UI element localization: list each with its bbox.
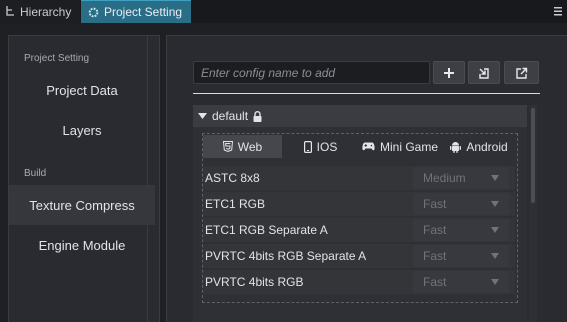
group-name: default xyxy=(212,109,249,123)
quality-value: Fast xyxy=(423,223,447,237)
sidebar-item-engine-module[interactable]: Engine Module xyxy=(9,225,155,265)
dropdown-caret-icon xyxy=(491,201,499,207)
format-name: ASTC 8x8 xyxy=(205,171,260,185)
add-config-button[interactable] xyxy=(433,61,465,84)
quality-value: Medium xyxy=(423,171,466,185)
platform-tab-label: Web xyxy=(237,139,263,154)
hierarchy-icon xyxy=(6,6,14,16)
platform-tab-mini-game[interactable]: Mini Game xyxy=(359,135,441,158)
scrollbar-thumb[interactable] xyxy=(531,108,535,203)
tab-hierarchy[interactable]: Hierarchy xyxy=(0,0,80,23)
quality-select[interactable]: Fast xyxy=(413,271,509,293)
sidebar-item-project-data[interactable]: Project Data xyxy=(9,70,155,110)
separator xyxy=(193,93,540,94)
export-icon xyxy=(515,67,527,79)
settings-gear-icon xyxy=(88,7,99,17)
import-icon xyxy=(479,67,489,79)
sidebar-item-layers[interactable]: Layers xyxy=(9,110,155,150)
platform-tab-web[interactable]: Web xyxy=(203,135,282,158)
quality-select[interactable]: Medium xyxy=(413,167,509,189)
quality-value: Fast xyxy=(423,197,447,211)
format-name: ETC1 RGB xyxy=(205,197,266,211)
export-config-button[interactable] xyxy=(504,61,539,84)
gamepad-icon xyxy=(362,142,375,151)
section-label-project-setting: Project Setting xyxy=(24,53,90,64)
dropdown-caret-icon xyxy=(491,253,499,259)
tab-project-setting[interactable]: Project Setting xyxy=(81,0,191,23)
lock-icon xyxy=(253,110,262,122)
quality-select[interactable]: Fast xyxy=(413,193,509,215)
group-header-default[interactable]: default xyxy=(193,105,527,127)
platform-tab-android[interactable]: Android xyxy=(443,135,515,158)
plus-icon xyxy=(444,67,454,78)
quality-select[interactable]: Fast xyxy=(413,245,509,267)
tab-label: Hierarchy xyxy=(20,4,72,19)
expand-triangle-icon xyxy=(198,113,207,119)
tab-label: Project Setting xyxy=(104,5,183,19)
import-config-button[interactable] xyxy=(468,61,500,84)
quality-value: Fast xyxy=(423,249,447,263)
quality-value: Fast xyxy=(423,275,447,289)
platform-tab-label: Android xyxy=(466,139,508,154)
config-name-input[interactable] xyxy=(193,61,430,84)
phone-icon xyxy=(303,140,312,153)
platform-tab-ios[interactable]: IOS xyxy=(283,135,358,158)
dropdown-caret-icon xyxy=(491,227,499,233)
format-name: PVRTC 4bits RGB xyxy=(205,275,304,289)
android-icon xyxy=(450,141,462,153)
section-label-build: Build xyxy=(24,168,47,179)
platform-tab-label: Mini Game xyxy=(379,139,438,154)
dropdown-caret-icon xyxy=(491,279,499,285)
html5-icon xyxy=(222,141,233,152)
dropdown-caret-icon xyxy=(491,175,499,181)
format-name: PVRTC 4bits RGB Separate A xyxy=(205,249,367,263)
quality-select[interactable]: Fast xyxy=(413,219,509,241)
platform-tab-label: IOS xyxy=(316,139,338,154)
format-name: ETC1 RGB Separate A xyxy=(205,223,328,237)
sidebar-item-texture-compress[interactable]: Texture Compress xyxy=(9,185,155,225)
menu-icon[interactable] xyxy=(553,5,563,17)
